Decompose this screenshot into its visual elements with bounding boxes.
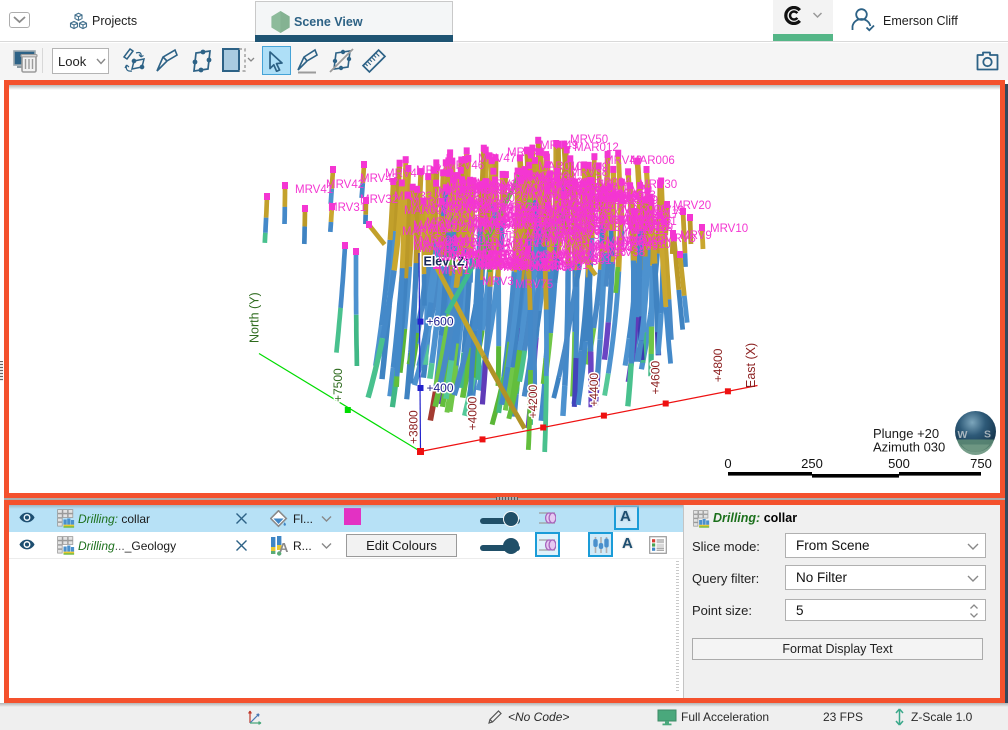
svg-text:S: S	[984, 429, 991, 441]
svg-text:A: A	[279, 540, 288, 555]
svg-text:MRV24: MRV24	[489, 251, 528, 263]
svg-text:+600: +600	[427, 315, 454, 329]
svg-text:MRV25: MRV25	[475, 217, 513, 229]
svg-text:MAR012: MAR012	[574, 142, 619, 154]
svg-text:MRV23: MRV23	[616, 237, 654, 249]
svg-text:MRV40: MRV40	[606, 190, 644, 202]
svg-text:+3800: +3800	[407, 410, 421, 444]
svg-text:+4200: +4200	[526, 384, 540, 418]
svg-text:+4800: +4800	[711, 348, 725, 382]
svg-text:MRV37: MRV37	[535, 229, 573, 241]
svg-text:MRV75: MRV75	[515, 279, 553, 291]
svg-text:+4000: +4000	[466, 396, 480, 430]
svg-text:500: 500	[888, 456, 910, 471]
svg-text:MRV47: MRV47	[426, 217, 464, 229]
svg-text:MRV44: MRV44	[519, 187, 558, 199]
svg-text:750: 750	[970, 456, 992, 471]
svg-text:MRV42: MRV42	[454, 179, 492, 191]
svg-text:+400: +400	[427, 381, 454, 395]
svg-text:0: 0	[724, 456, 731, 471]
svg-text:MAR006: MAR006	[630, 155, 675, 167]
svg-text:W: W	[958, 429, 968, 441]
svg-text:MRV45: MRV45	[413, 241, 451, 253]
svg-text:+7500: +7500	[331, 368, 345, 402]
svg-text:+4600: +4600	[649, 360, 663, 394]
svg-text:MRV13: MRV13	[630, 222, 668, 234]
svg-text:MRV39: MRV39	[566, 216, 604, 228]
svg-text:+4400: +4400	[587, 373, 601, 407]
svg-text:East (X): East (X)	[744, 343, 758, 388]
svg-text:North (Y): North (Y)	[248, 292, 262, 343]
svg-text:MRV32: MRV32	[360, 194, 398, 206]
svg-text:250: 250	[801, 456, 823, 471]
svg-text:MRV10: MRV10	[710, 223, 748, 235]
svg-text:MRV42: MRV42	[326, 179, 364, 191]
svg-text:MRV3: MRV3	[482, 276, 514, 288]
svg-text:Azimuth 030: Azimuth 030	[873, 440, 945, 455]
svg-text:MRV1: MRV1	[438, 265, 470, 277]
